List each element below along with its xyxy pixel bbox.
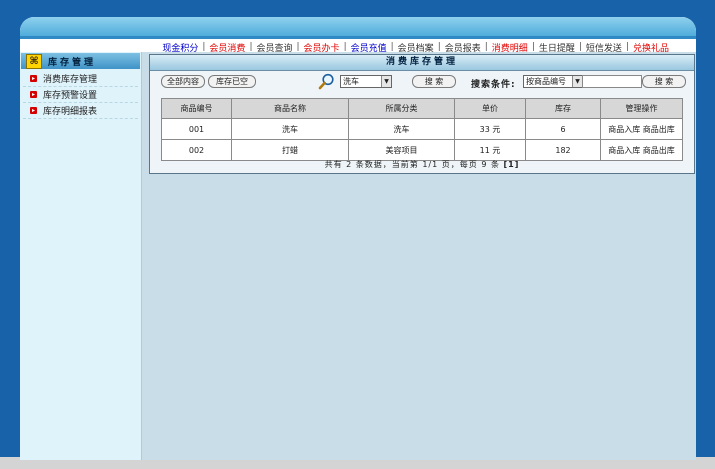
condition-select[interactable]: 按商品编号 ▼ bbox=[523, 75, 583, 88]
col-header-actions: 管理操作 bbox=[600, 98, 683, 119]
main-content: 消费库存管理 全部内容 库存已空 洗车 ▼ 搜 索 搜索条件: 按商品编号 ▼ bbox=[142, 52, 696, 460]
pagination-prefix: 共有 bbox=[324, 160, 343, 169]
stock-empty-button[interactable]: 库存已空 bbox=[208, 75, 256, 88]
search-button-2[interactable]: 搜 索 bbox=[642, 75, 686, 88]
cell-name: 打蜡 bbox=[231, 139, 349, 161]
chevron-down-icon: ▼ bbox=[381, 76, 391, 87]
stock-panel: 消费库存管理 全部内容 库存已空 洗车 ▼ 搜 索 搜索条件: 按商品编号 ▼ bbox=[149, 54, 695, 174]
app-frame: 现金积分 | 会员消费 | 会员查询 | 会员办卡 | 会员充值 | 会员档案 | 会员报表… bbox=[20, 17, 696, 460]
search-icon bbox=[318, 73, 334, 90]
col-header-id: 商品编号 bbox=[161, 98, 232, 119]
panel-title: 消费库存管理 bbox=[150, 55, 694, 71]
stock-in-link[interactable]: 商品入库 bbox=[608, 125, 640, 134]
col-header-stock: 库存 bbox=[525, 98, 601, 119]
cell-id: 002 bbox=[161, 139, 232, 161]
page-indicator: 1/1 bbox=[422, 160, 439, 169]
all-content-button[interactable]: 全部内容 bbox=[161, 75, 205, 88]
sidebar-title: ⌘ 库存管理 bbox=[21, 53, 140, 69]
category-select[interactable]: 洗车 ▼ bbox=[340, 75, 392, 88]
command-icon: ⌘ bbox=[26, 53, 42, 69]
table-row: 002 打蜡 美容项目 11 元 182 商品入库 商品出库 bbox=[161, 139, 683, 161]
table-header-row: 商品编号 商品名称 所属分类 单价 库存 管理操作 bbox=[161, 98, 683, 119]
sidebar-item-stock-alert[interactable]: ▸ 库存预警设置 bbox=[23, 87, 138, 103]
cell-category: 美容项目 bbox=[348, 139, 455, 161]
search-input[interactable] bbox=[582, 75, 642, 88]
col-header-name: 商品名称 bbox=[231, 98, 349, 119]
stock-out-link[interactable]: 商品出库 bbox=[643, 125, 675, 134]
stock-table: 商品编号 商品名称 所属分类 单价 库存 管理操作 001 洗车 洗车 33 元 bbox=[161, 98, 683, 161]
per-page-count: 9 bbox=[481, 160, 488, 169]
table-row: 001 洗车 洗车 33 元 6 商品入库 商品出库 bbox=[161, 118, 683, 140]
chevron-down-icon: ▼ bbox=[572, 76, 582, 87]
col-header-price: 单价 bbox=[454, 98, 526, 119]
search-button[interactable]: 搜 索 bbox=[412, 75, 456, 88]
header-band bbox=[20, 17, 696, 39]
cell-actions: 商品入库 商品出库 bbox=[600, 118, 683, 140]
pagination-mid1: 条数据，当前第 bbox=[355, 160, 419, 169]
bullet-icon: ▸ bbox=[30, 107, 37, 114]
pagination-suffix: 条 bbox=[490, 160, 500, 169]
cell-name: 洗车 bbox=[231, 118, 349, 140]
sidebar: ⌘ 库存管理 ▸ 消费库存管理 ▸ 库存预警设置 ▸ 库存明细报表 bbox=[20, 52, 142, 460]
page-link-1[interactable]: [1] bbox=[504, 160, 520, 169]
bullet-icon: ▸ bbox=[30, 75, 37, 82]
stock-out-link[interactable]: 商品出库 bbox=[643, 146, 675, 155]
bullet-icon: ▸ bbox=[30, 91, 37, 98]
sidebar-item-consume-stock[interactable]: ▸ 消费库存管理 bbox=[23, 71, 138, 87]
cell-price: 11 元 bbox=[454, 139, 526, 161]
col-header-category: 所属分类 bbox=[348, 98, 455, 119]
cell-price: 33 元 bbox=[454, 118, 526, 140]
pagination-mid2: 页，每页 bbox=[441, 160, 478, 169]
cell-stock: 6 bbox=[525, 118, 601, 140]
condition-select-value: 按商品编号 bbox=[526, 77, 566, 86]
sidebar-item-stock-report[interactable]: ▸ 库存明细报表 bbox=[23, 103, 138, 119]
cell-stock: 182 bbox=[525, 139, 601, 161]
category-select-value: 洗车 bbox=[343, 77, 359, 86]
sidebar-item-label: 消费库存管理 bbox=[43, 75, 98, 85]
sidebar-item-label: 库存明细报表 bbox=[43, 107, 98, 117]
cell-id: 001 bbox=[161, 118, 232, 140]
cell-actions: 商品入库 商品出库 bbox=[600, 139, 683, 161]
toolbar: 全部内容 库存已空 洗车 ▼ 搜 索 搜索条件: 按商品编号 ▼ 搜 索 bbox=[150, 71, 694, 91]
pagination-info: 共有 2 条数据，当前第 1/1 页，每页 9 条 [1] bbox=[150, 159, 694, 170]
sidebar-title-label: 库存管理 bbox=[48, 57, 97, 68]
stock-in-link[interactable]: 商品入库 bbox=[608, 146, 640, 155]
search-condition-label: 搜索条件: bbox=[471, 80, 516, 90]
record-count: 2 bbox=[346, 160, 353, 169]
cell-category: 洗车 bbox=[348, 118, 455, 140]
sidebar-item-label: 库存预警设置 bbox=[43, 91, 98, 101]
